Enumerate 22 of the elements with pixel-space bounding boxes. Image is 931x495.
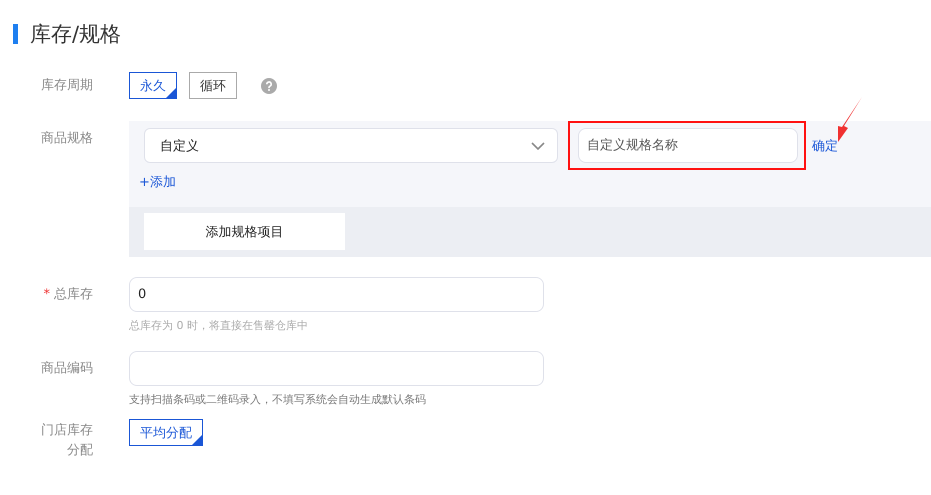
option-button[interactable]: 平均分配 (129, 419, 203, 446)
field-label: 库存周期 (40, 77, 93, 95)
spec-select[interactable]: 自定义 (144, 128, 558, 163)
section-title: 库存/规格 (30, 21, 122, 48)
help-icon[interactable] (261, 78, 277, 94)
add-spec-item-button[interactable]: 添加规格项目 (144, 213, 345, 250)
field-hint: 支持扫描条码或二维码录入，不填写系统会自动生成默认条码 (129, 392, 427, 407)
title-accent-bar (13, 24, 18, 44)
product-code-field[interactable] (129, 351, 544, 386)
required-mark: * (44, 286, 50, 304)
chevron-down-icon (531, 142, 545, 150)
field-hint: 总库存为 0 时，将直接在售罄仓库中 (129, 318, 309, 333)
option-button[interactable]: 永久 (129, 72, 177, 99)
option-button[interactable]: 循环 (189, 72, 237, 99)
field-label: 商品编码 (40, 360, 93, 378)
field-label: 门店库存分配 (40, 422, 93, 460)
field-label: 总库存 (54, 286, 93, 304)
spec-name-field[interactable]: 自定义规格名称 (578, 128, 798, 163)
add-link[interactable]: +添加 (139, 173, 176, 191)
confirm-link[interactable]: 确定 (812, 136, 838, 154)
total-stock-field[interactable]: 0 (129, 277, 544, 312)
field-label: 商品规格 (40, 130, 93, 148)
